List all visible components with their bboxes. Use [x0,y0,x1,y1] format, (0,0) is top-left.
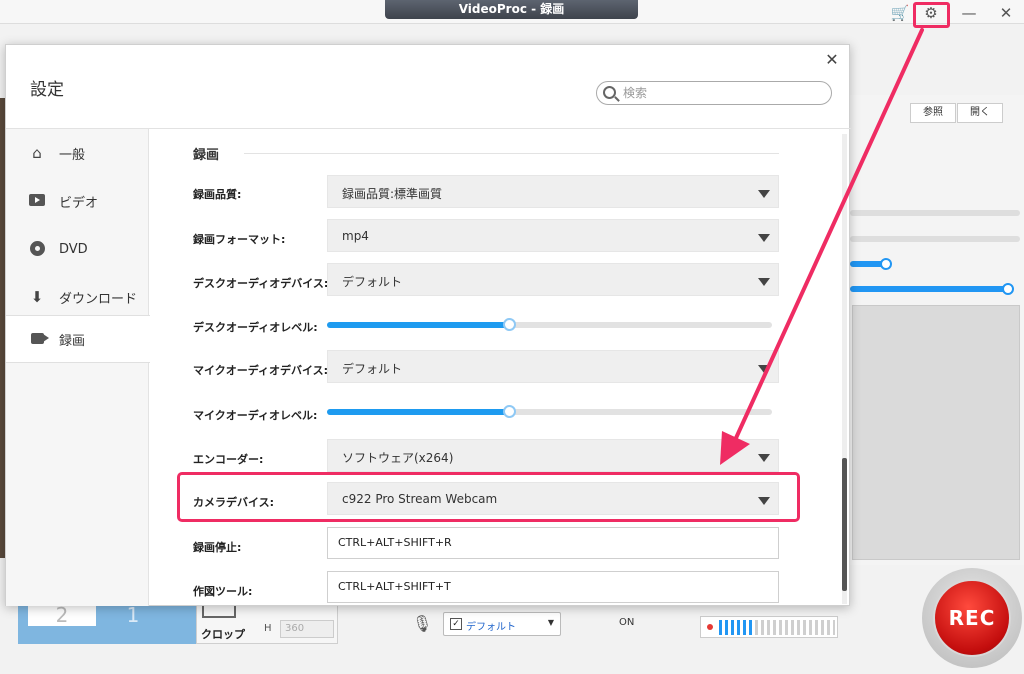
dialog-title: 設定 [30,80,64,100]
browse-button[interactable]: 参照 [910,103,956,123]
camera-icon [28,331,49,347]
stop-hotkey-input[interactable]: CTRL+ALT+SHIFT+R [327,527,779,559]
format-label: 録画フォーマット: [193,233,286,246]
slider-knob[interactable] [503,318,517,331]
sidebar-item-general[interactable]: ⌂ 一般 [6,129,149,177]
stop-hotkey-value: CTRL+ALT+SHIFT+R [338,536,452,549]
dialog-close-icon[interactable]: ✕ [821,49,843,71]
sidebar-item-label: 一般 [59,147,86,163]
sidebar-item-label: ビデオ [59,195,99,211]
home-icon: ⌂ [32,144,42,162]
section-divider [244,153,779,154]
sidebar-item-download[interactable]: ⬇ ダウンロード [6,273,149,321]
window-title: VideoProc - 録画 [385,0,638,19]
audio-level-meter [700,616,838,638]
chevron-down-icon [758,234,770,242]
download-icon: ⬇ [30,288,44,306]
height-input[interactable]: 360 [280,620,334,638]
background-bar [850,236,1020,242]
level-bars [719,620,835,635]
desktop-audio-level-label: デスクオーディオレベル: [193,321,318,334]
camera-device-highlight-annotation [177,472,800,522]
title-bar: VideoProc - 録画 🛒 ⚙ — ✕ [0,0,1024,24]
mic-audio-device-select[interactable]: デフォルト [327,350,779,383]
format-value: mp4 [342,229,369,243]
background-bar [850,210,1020,216]
mic-device-label: デフォルト [466,622,516,633]
background-slider[interactable] [850,286,1008,292]
chevron-down-icon [758,454,770,462]
slider-knob[interactable] [503,405,517,418]
quality-value: 録画品質:標準画質 [342,187,443,201]
microphone-icon: 🎙 [412,614,433,633]
stop-hotkey-label: 録画停止: [193,541,242,554]
sidebar-item-label: 録画 [59,333,86,349]
rec-button[interactable]: REC [933,579,1011,657]
mic-audio-device-value: デフォルト [342,362,403,376]
desktop-audio-device-select[interactable]: デフォルト [327,263,779,296]
cart-icon[interactable]: 🛒 [886,2,914,24]
scrollbar-thumb[interactable] [842,458,847,591]
layout-1-button[interactable]: 1 [100,604,166,626]
dvd-icon [28,241,46,257]
slider-fill [327,409,510,415]
dialog-header: 設定 ✕ [6,45,851,129]
close-icon[interactable]: ✕ [992,2,1020,24]
layout-2-button[interactable]: 2 [28,604,96,626]
crop-icon[interactable] [202,604,236,618]
chevron-down-icon: ▼ [547,618,554,627]
encoder-select[interactable]: ソフトウェア(x264) [327,439,779,472]
mic-audio-level-slider[interactable] [327,405,772,418]
search-icon [603,86,616,99]
crop-label[interactable]: クロップ [201,626,245,642]
slider-fill [327,322,510,328]
on-label: ON [619,617,635,628]
search-input[interactable] [623,84,823,102]
drawing-hotkey-value: CTRL+ALT+SHIFT+T [338,580,451,593]
drawing-hotkey-input[interactable]: CTRL+ALT+SHIFT+T [327,571,779,603]
chevron-down-icon [758,190,770,198]
format-select[interactable]: mp4 [327,219,779,252]
quality-select[interactable]: 録画品質:標準画質 [327,175,779,208]
encoder-value: ソフトウェア(x264) [342,451,454,465]
gear-highlight-annotation [913,2,950,28]
settings-sidebar: ⌂ 一般 ビデオ DVD ⬇ ダウンロード 録画 [6,129,150,606]
settings-content: 録画 録画品質: 録画品質:標準画質 録画フォーマット: mp4 デスクオーディ… [150,130,850,606]
desktop-audio-device-label: デスクオーディオデバイス: [193,277,329,290]
mic-checkbox[interactable]: ✓ [450,618,462,630]
chevron-down-icon [758,278,770,286]
mic-audio-device-label: マイクオーディオデバイス: [193,364,329,377]
sidebar-item-label: DVD [59,241,88,257]
background-slider-knob[interactable] [880,258,892,270]
search-box[interactable] [596,81,832,105]
mic-device-select[interactable]: ✓ デフォルト ▼ [443,612,561,636]
mic-audio-level-label: マイクオーディオレベル: [193,409,318,422]
encoder-label: エンコーダー: [193,453,264,466]
sidebar-item-dvd[interactable]: DVD [6,225,149,273]
drawing-hotkey-label: 作図ツール: [193,585,253,598]
minimize-icon[interactable]: — [955,2,983,24]
background-slider-knob[interactable] [1002,283,1014,295]
height-label: H [264,623,272,634]
sidebar-item-label: ダウンロード [59,291,138,307]
sidebar-item-video[interactable]: ビデオ [6,177,149,225]
desktop-audio-device-value: デフォルト [342,275,403,289]
section-title: 録画 [193,148,220,163]
open-button[interactable]: 開く [957,103,1003,123]
camera-preview [852,305,1020,560]
desktop-audio-level-slider[interactable] [327,318,772,331]
video-icon [28,193,46,209]
sidebar-item-recording[interactable]: 録画 [6,315,150,363]
chevron-down-icon [758,365,770,373]
record-dot-icon [707,624,713,630]
quality-label: 録画品質: [193,188,242,201]
